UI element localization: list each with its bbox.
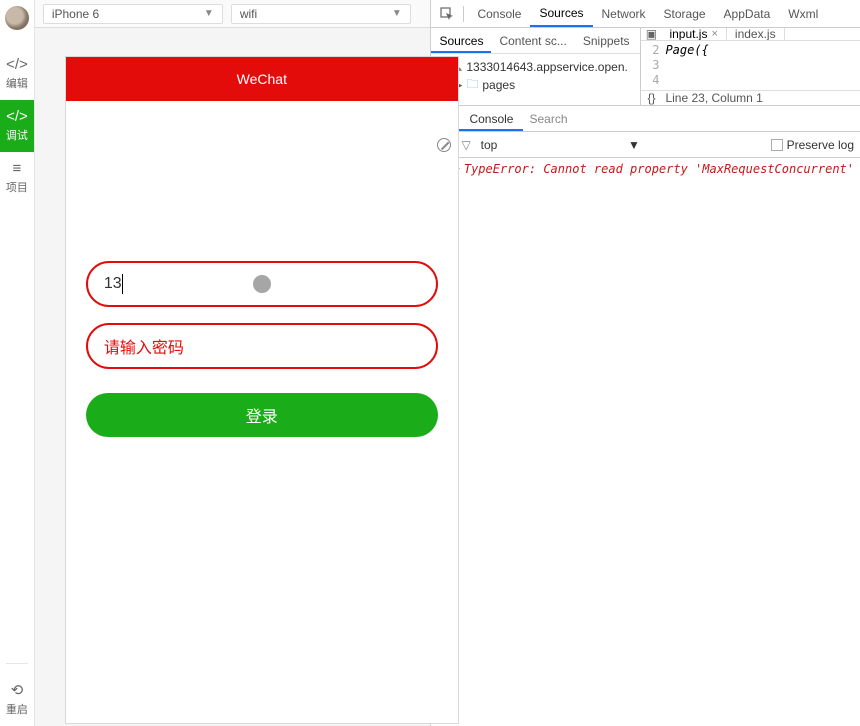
left-rail: </> 编辑 </> 调试 ≡ 项目 ⟲ 重启 <box>0 0 35 726</box>
rail-edit[interactable]: </> 编辑 <box>0 48 34 100</box>
tab-network[interactable]: Network <box>593 0 655 27</box>
ide-root: </> 编辑 </> 调试 ≡ 项目 ⟲ 重启 iPhone 6 ▼ wifi … <box>0 0 860 726</box>
error-message: TypeError: Cannot read property 'MaxRequ… <box>464 162 854 176</box>
file-tab-index-label: index.js <box>735 28 776 41</box>
context-value: top <box>481 138 498 152</box>
device-selector[interactable]: iPhone 6 ▼ <box>43 4 223 24</box>
editor-status-bar: {} Line 23, Column 1 <box>641 90 860 105</box>
more-tabs-button[interactable]: » <box>638 34 641 48</box>
editor-pane: ▣ input.js × index.js 2 Page({ 3 4 {} <box>641 28 860 105</box>
simulator-panel: iPhone 6 ▼ wifi ▼ WeChat 13 <box>35 0 432 726</box>
text-caret <box>122 274 123 294</box>
subtab-sources[interactable]: Sources <box>431 28 491 53</box>
touch-indicator-icon <box>253 275 271 293</box>
rail-debug[interactable]: </> 调试 <box>0 100 34 152</box>
folder-icon: 🗀 <box>466 75 478 96</box>
filter-icon[interactable]: ▽ <box>461 138 470 152</box>
inspect-icon[interactable] <box>435 0 459 27</box>
devtools-main-tabs: Console Sources Network Storage AppData … <box>431 0 860 28</box>
device-value: iPhone 6 <box>52 7 99 21</box>
rail-project-label: 项目 <box>6 179 28 195</box>
close-icon[interactable]: × <box>711 28 717 40</box>
rail-restart[interactable]: ⟲ 重启 <box>0 674 34 726</box>
network-selector[interactable]: wifi ▼ <box>231 4 411 24</box>
clear-console-icon[interactable] <box>437 138 451 152</box>
app-header: WeChat <box>66 57 458 101</box>
separator <box>463 6 464 22</box>
context-selector[interactable]: top <box>481 138 498 152</box>
menu-icon: ≡ <box>13 161 22 176</box>
bracket-icon[interactable]: {} <box>647 91 655 105</box>
tab-sources[interactable]: Sources <box>530 0 592 27</box>
username-value: 13 <box>104 275 122 293</box>
show-navigator-button[interactable]: ▣ <box>641 28 661 41</box>
file-tree[interactable]: ▼ ☁ 1333014643.appservice.open. ▶ 🗀 page… <box>431 54 640 105</box>
username-input[interactable]: 13 <box>86 261 438 307</box>
preserve-log-toggle[interactable]: Preserve log <box>771 138 854 152</box>
line-number: 4 <box>645 73 659 88</box>
chevron-down-icon: ▼ <box>392 8 402 19</box>
code-editor[interactable]: 2 Page({ 3 4 <box>641 41 860 90</box>
checkbox-icon <box>771 139 783 151</box>
code-icon: </> <box>6 57 28 72</box>
console-filter-bar: ▽ top ▼ Preserve log <box>431 132 860 158</box>
app-title: WeChat <box>237 71 287 87</box>
subtab-content-scripts[interactable]: Content sc... <box>491 28 574 53</box>
rail-debug-label: 调试 <box>6 127 28 143</box>
restart-icon: ⟲ <box>11 683 24 698</box>
code-line: Page({ <box>665 43 708 57</box>
line-number: 3 <box>645 58 659 73</box>
tree-pages-label: pages <box>482 78 515 92</box>
chevron-down-icon: ▼ <box>204 8 214 19</box>
login-button[interactable]: 登录 <box>86 393 438 437</box>
sources-area: Sources Content sc... Snippets » ▼ ☁ 133… <box>431 28 860 106</box>
sources-navigator: Sources Content sc... Snippets » ▼ ☁ 133… <box>431 28 641 105</box>
tree-host[interactable]: ▼ ☁ 1333014643.appservice.open. <box>437 58 634 76</box>
network-value: wifi <box>240 7 257 21</box>
password-input[interactable]: 请输入密码 <box>86 323 438 369</box>
console-prompt[interactable]: › <box>437 180 854 194</box>
console-log[interactable]: ✕ ▶ TypeError: Cannot read property 'Max… <box>431 158 860 726</box>
tab-storage[interactable]: Storage <box>655 0 715 27</box>
avatar[interactable] <box>5 6 29 30</box>
password-placeholder: 请输入密码 <box>104 334 184 358</box>
console-error-row[interactable]: ✕ ▶ TypeError: Cannot read property 'Max… <box>437 162 854 176</box>
devtools-panel: Console Sources Network Storage AppData … <box>431 0 860 726</box>
tab-appdata[interactable]: AppData <box>715 0 780 27</box>
preserve-log-label: Preserve log <box>787 138 854 152</box>
tree-host-label: 1333014643.appservice.open. <box>466 60 627 74</box>
rail-restart-label: 重启 <box>6 701 28 717</box>
line-number: 2 <box>645 43 659 58</box>
console-drawer-tabs: ⋮ Console Search <box>431 106 860 132</box>
tab-wxml[interactable]: Wxml <box>779 0 827 27</box>
rail-edit-label: 编辑 <box>6 75 28 91</box>
rail-separator <box>6 663 28 664</box>
phone-frame: WeChat 13 请输入密码 登录 <box>65 56 459 724</box>
simulator-toolbar: iPhone 6 ▼ wifi ▼ <box>35 0 431 28</box>
chevron-down-icon[interactable]: ▼ <box>628 138 640 152</box>
file-tab-input[interactable]: input.js × <box>661 28 726 40</box>
file-tab-index[interactable]: index.js <box>727 28 785 40</box>
simulator-viewport: WeChat 13 请输入密码 登录 <box>35 28 431 726</box>
rail-project[interactable]: ≡ 项目 <box>0 152 34 204</box>
tab-console[interactable]: Console <box>468 0 530 27</box>
cursor-position: Line 23, Column 1 <box>665 91 762 105</box>
drawer-tab-search[interactable]: Search <box>529 112 567 126</box>
subtab-snippets[interactable]: Snippets <box>575 28 638 53</box>
file-tab-input-label: input.js <box>669 28 707 41</box>
login-form: 13 请输入密码 登录 <box>66 101 458 437</box>
debug-icon: </> <box>6 109 28 124</box>
drawer-tab-console[interactable]: Console <box>459 106 523 131</box>
sources-subtabs: Sources Content sc... Snippets » <box>431 28 640 54</box>
editor-tabs: ▣ input.js × index.js <box>641 28 860 41</box>
tree-pages[interactable]: ▶ 🗀 pages <box>437 76 634 94</box>
